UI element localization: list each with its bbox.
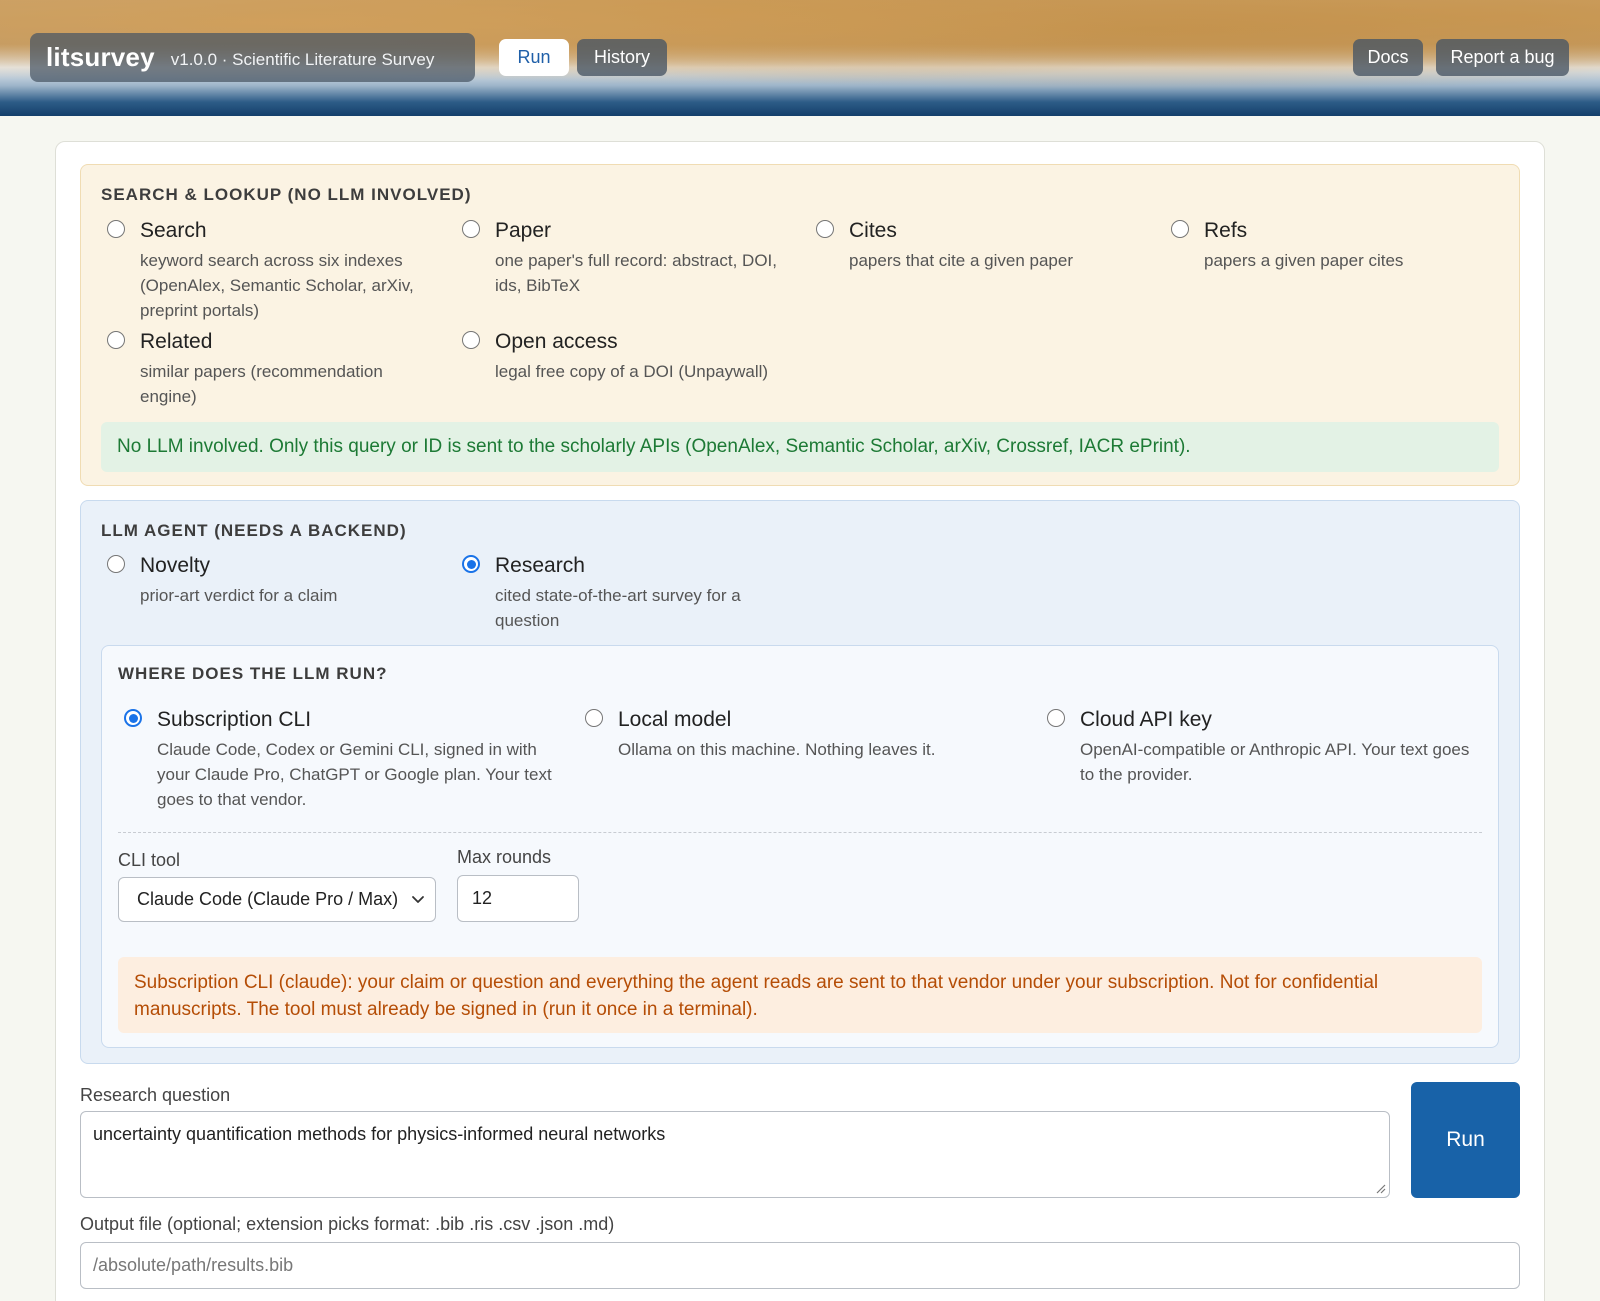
option-desc: one paper's full record: abstract, DOI, … xyxy=(495,251,777,295)
output-file-input[interactable]: /absolute/path/results.bib xyxy=(80,1242,1520,1289)
cli-tool-select[interactable]: Claude Code (Claude Pro / Max) xyxy=(118,877,436,922)
option-desc: similar papers (recommendation engine) xyxy=(140,362,383,406)
option-label: Cites xyxy=(849,219,897,242)
option-desc: legal free copy of a DOI (Unpaywall) xyxy=(495,362,769,381)
tab-run[interactable]: Run xyxy=(499,39,569,76)
radio-local-model[interactable] xyxy=(585,709,603,727)
radio-paper[interactable] xyxy=(462,220,480,238)
option-desc: Claude Code, Codex or Gemini CLI, signed… xyxy=(157,740,552,809)
option-desc: prior-art verdict for a claim xyxy=(140,586,338,605)
radio-open-access[interactable] xyxy=(462,331,480,349)
radio-cites[interactable] xyxy=(816,220,834,238)
chevron-down-icon xyxy=(412,896,424,903)
option-label: Open access xyxy=(495,330,618,353)
output-file-label: Output file (optional; extension picks f… xyxy=(80,1214,615,1234)
resize-handle-icon[interactable] xyxy=(1374,1182,1386,1194)
app-name: litsurvey xyxy=(46,42,155,72)
option-label: Cloud API key xyxy=(1080,708,1212,731)
radio-research[interactable] xyxy=(462,555,480,573)
option-label: Paper xyxy=(495,219,552,242)
research-question-label: Research question xyxy=(80,1085,231,1105)
llm-location-title: WHERE DOES THE LLM RUN? xyxy=(118,664,388,683)
option-desc: cited state-of-the-art survey for a ques… xyxy=(495,586,741,630)
option-label: Refs xyxy=(1204,219,1248,242)
radio-related[interactable] xyxy=(107,331,125,349)
privacy-warning-note: Subscription CLI (claude): your claim or… xyxy=(118,957,1482,1033)
max-rounds-input[interactable]: 12 xyxy=(457,875,579,922)
app-version-subtitle: v1.0.0 · Scientific Literature Survey xyxy=(170,49,435,69)
radio-subscription-cli[interactable] xyxy=(124,709,142,727)
search-section-title: SEARCH & LOOKUP (NO LLM INVOLVED) xyxy=(101,185,472,204)
research-question-input[interactable]: uncertainty quantification methods for p… xyxy=(80,1111,1390,1198)
option-label: Local model xyxy=(618,708,732,731)
max-rounds-label: Max rounds xyxy=(457,847,552,867)
option-desc: OpenAI-compatible or Anthropic API. Your… xyxy=(1080,740,1470,784)
option-desc: Ollama on this machine. Nothing leaves i… xyxy=(618,740,936,759)
radio-refs[interactable] xyxy=(1171,220,1189,238)
run-button[interactable]: Run xyxy=(1411,1082,1520,1198)
option-desc: papers that cite a given paper xyxy=(849,251,1073,270)
tab-history[interactable]: History xyxy=(577,39,667,76)
brand: litsurvey v1.0.0 · Scientific Literature… xyxy=(30,33,475,82)
cli-tool-value: Claude Code (Claude Pro / Max) xyxy=(137,889,399,909)
option-label: Related xyxy=(140,330,213,353)
no-llm-info-note: No LLM involved. Only this query or ID i… xyxy=(101,422,1499,472)
llm-section-title: LLM AGENT (NEEDS A BACKEND) xyxy=(101,521,407,540)
radio-cloud-api[interactable] xyxy=(1047,709,1065,727)
option-desc: papers a given paper cites xyxy=(1204,251,1404,270)
header-banner: litsurvey v1.0.0 · Scientific Literature… xyxy=(0,0,1600,116)
cli-tool-label: CLI tool xyxy=(118,850,181,870)
option-label: Search xyxy=(140,219,207,242)
option-label: Research xyxy=(495,554,585,577)
research-question-value: uncertainty quantification methods for p… xyxy=(93,1124,666,1144)
option-label: Novelty xyxy=(140,554,211,577)
report-bug-link[interactable]: Report a bug xyxy=(1436,39,1569,76)
option-label: Subscription CLI xyxy=(157,708,312,731)
divider xyxy=(118,832,1482,833)
radio-novelty[interactable] xyxy=(107,555,125,573)
option-desc: keyword search across six indexes (OpenA… xyxy=(140,251,414,320)
radio-search[interactable] xyxy=(107,220,125,238)
docs-link[interactable]: Docs xyxy=(1353,39,1423,76)
